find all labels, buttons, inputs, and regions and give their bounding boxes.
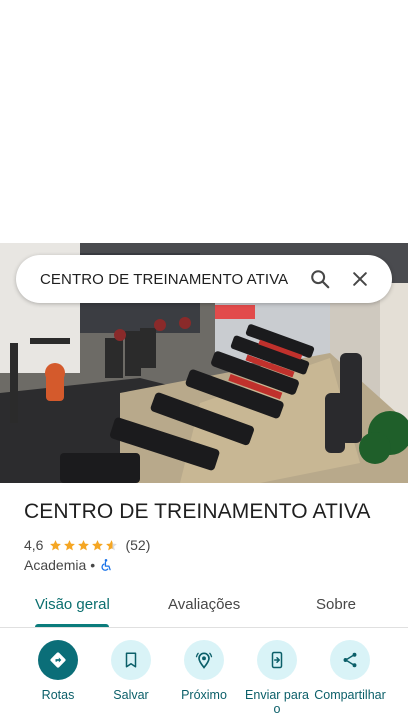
- wheelchair-accessible-icon: [101, 559, 111, 571]
- active-tab-indicator: [35, 624, 109, 627]
- share-button[interactable]: Compartilhar: [310, 640, 390, 702]
- search-icon: [311, 270, 330, 289]
- clear-search-button[interactable]: [340, 259, 380, 299]
- star-icon: [50, 539, 62, 550]
- directions-label: Rotas: [41, 688, 75, 702]
- save-button[interactable]: Salvar: [91, 640, 171, 702]
- star-icon: [106, 539, 118, 550]
- send-to-phone-icon: [271, 651, 283, 669]
- star-icon: [64, 539, 76, 550]
- search-button[interactable]: [300, 259, 340, 299]
- send-to-phone-label: Enviar para o: [245, 688, 309, 716]
- share-label: Compartilhar: [314, 688, 386, 702]
- tab-about[interactable]: Sobre: [316, 596, 356, 613]
- nearby-label: Próximo: [181, 688, 227, 702]
- tab-bar: Visão geral Avaliações Sobre: [0, 586, 408, 628]
- action-bar: Rotas Salvar Próximo Enviar para o Compa…: [0, 640, 408, 726]
- search-query-text[interactable]: CENTRO DE TREINAMENTO ATIVA: [40, 271, 300, 288]
- rating-value: 4,6: [24, 537, 44, 553]
- search-bar[interactable]: CENTRO DE TREINAMENTO ATIVA: [16, 255, 392, 303]
- directions-icon: [50, 652, 66, 668]
- review-count[interactable]: (52): [125, 537, 150, 553]
- send-to-phone-circle: [257, 640, 297, 680]
- share-circle: [330, 640, 370, 680]
- category-row: Academia •: [24, 556, 113, 574]
- tab-overview[interactable]: Visão geral: [35, 596, 110, 613]
- directions-button[interactable]: Rotas: [18, 640, 98, 702]
- place-title: CENTRO DE TREINAMENTO ATIVA: [24, 500, 371, 523]
- close-icon: [353, 272, 367, 286]
- map-blank-area: [0, 0, 408, 243]
- rating-row[interactable]: 4,6 (52): [24, 536, 150, 554]
- place-category: Academia: [24, 557, 87, 573]
- rating-stars: [49, 539, 119, 552]
- directions-circle: [38, 640, 78, 680]
- separator-dot: •: [90, 557, 96, 573]
- nearby-icon: [195, 652, 213, 669]
- tab-reviews[interactable]: Avaliações: [168, 596, 240, 613]
- save-label: Salvar: [113, 688, 149, 702]
- save-circle: [111, 640, 151, 680]
- bookmark-icon: [125, 652, 137, 668]
- nearby-button[interactable]: Próximo: [164, 640, 244, 702]
- star-icon: [78, 539, 90, 550]
- nearby-circle: [184, 640, 224, 680]
- share-icon: [343, 652, 357, 668]
- send-to-phone-button[interactable]: Enviar para o: [237, 640, 317, 716]
- star-icon: [92, 539, 104, 550]
